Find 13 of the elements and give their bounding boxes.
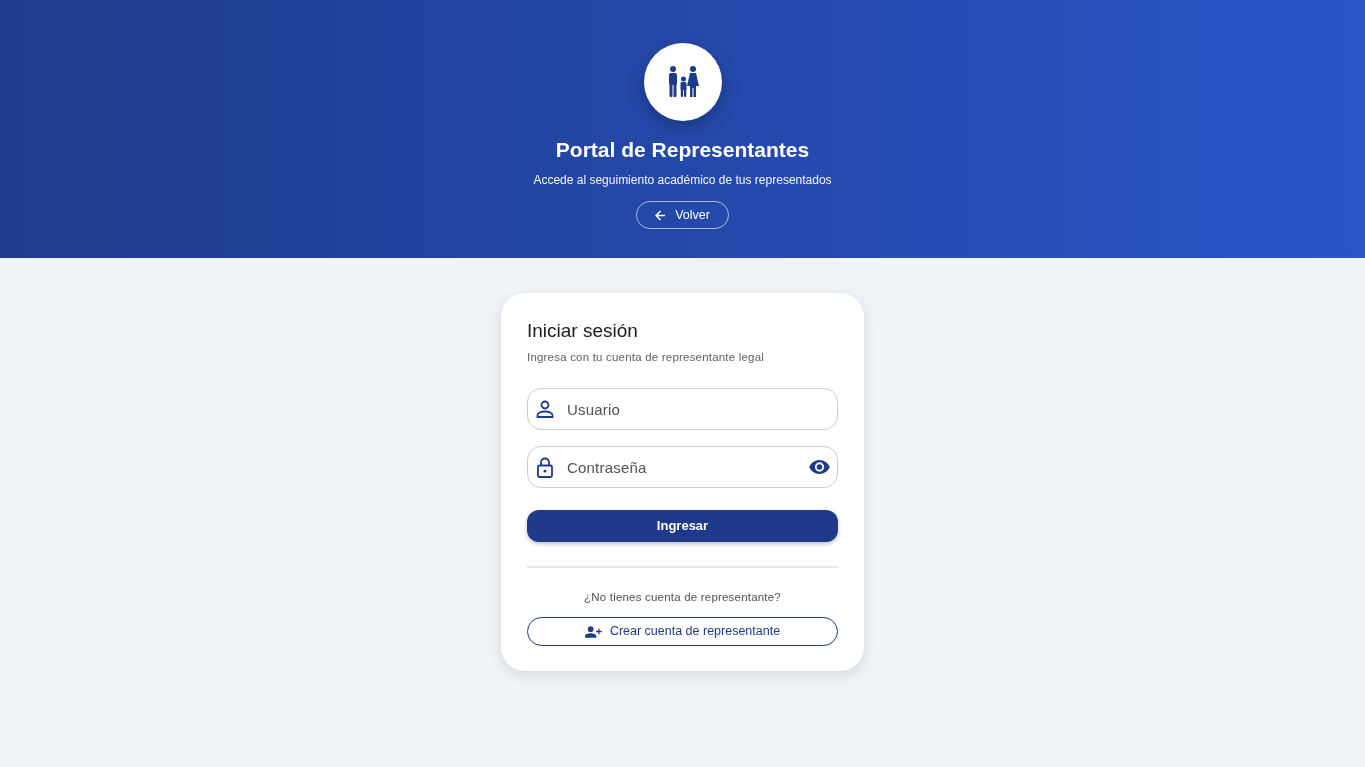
eye-icon[interactable]: [809, 460, 830, 474]
submit-button[interactable]: Ingresar: [527, 510, 838, 542]
input-field[interactable]: Contraseña: [527, 446, 838, 488]
page-title: Portal de Representantes: [555, 137, 810, 163]
lock-icon: [537, 456, 553, 478]
add-person-icon: [584, 625, 602, 638]
arrow-left-icon: [655, 209, 667, 221]
card-title: Iniciar sesión: [527, 319, 639, 343]
card-subtitle: Ingresa con tu cuenta de representante legal: [527, 350, 766, 364]
person-icon: [536, 400, 554, 418]
page-subtitle: Accede al seguimiento académico de tus representados: [533, 173, 832, 187]
input-field[interactable]: Usuario: [527, 388, 838, 430]
signup-prompt: ¿No tienes cuenta de representante?: [583, 590, 782, 604]
